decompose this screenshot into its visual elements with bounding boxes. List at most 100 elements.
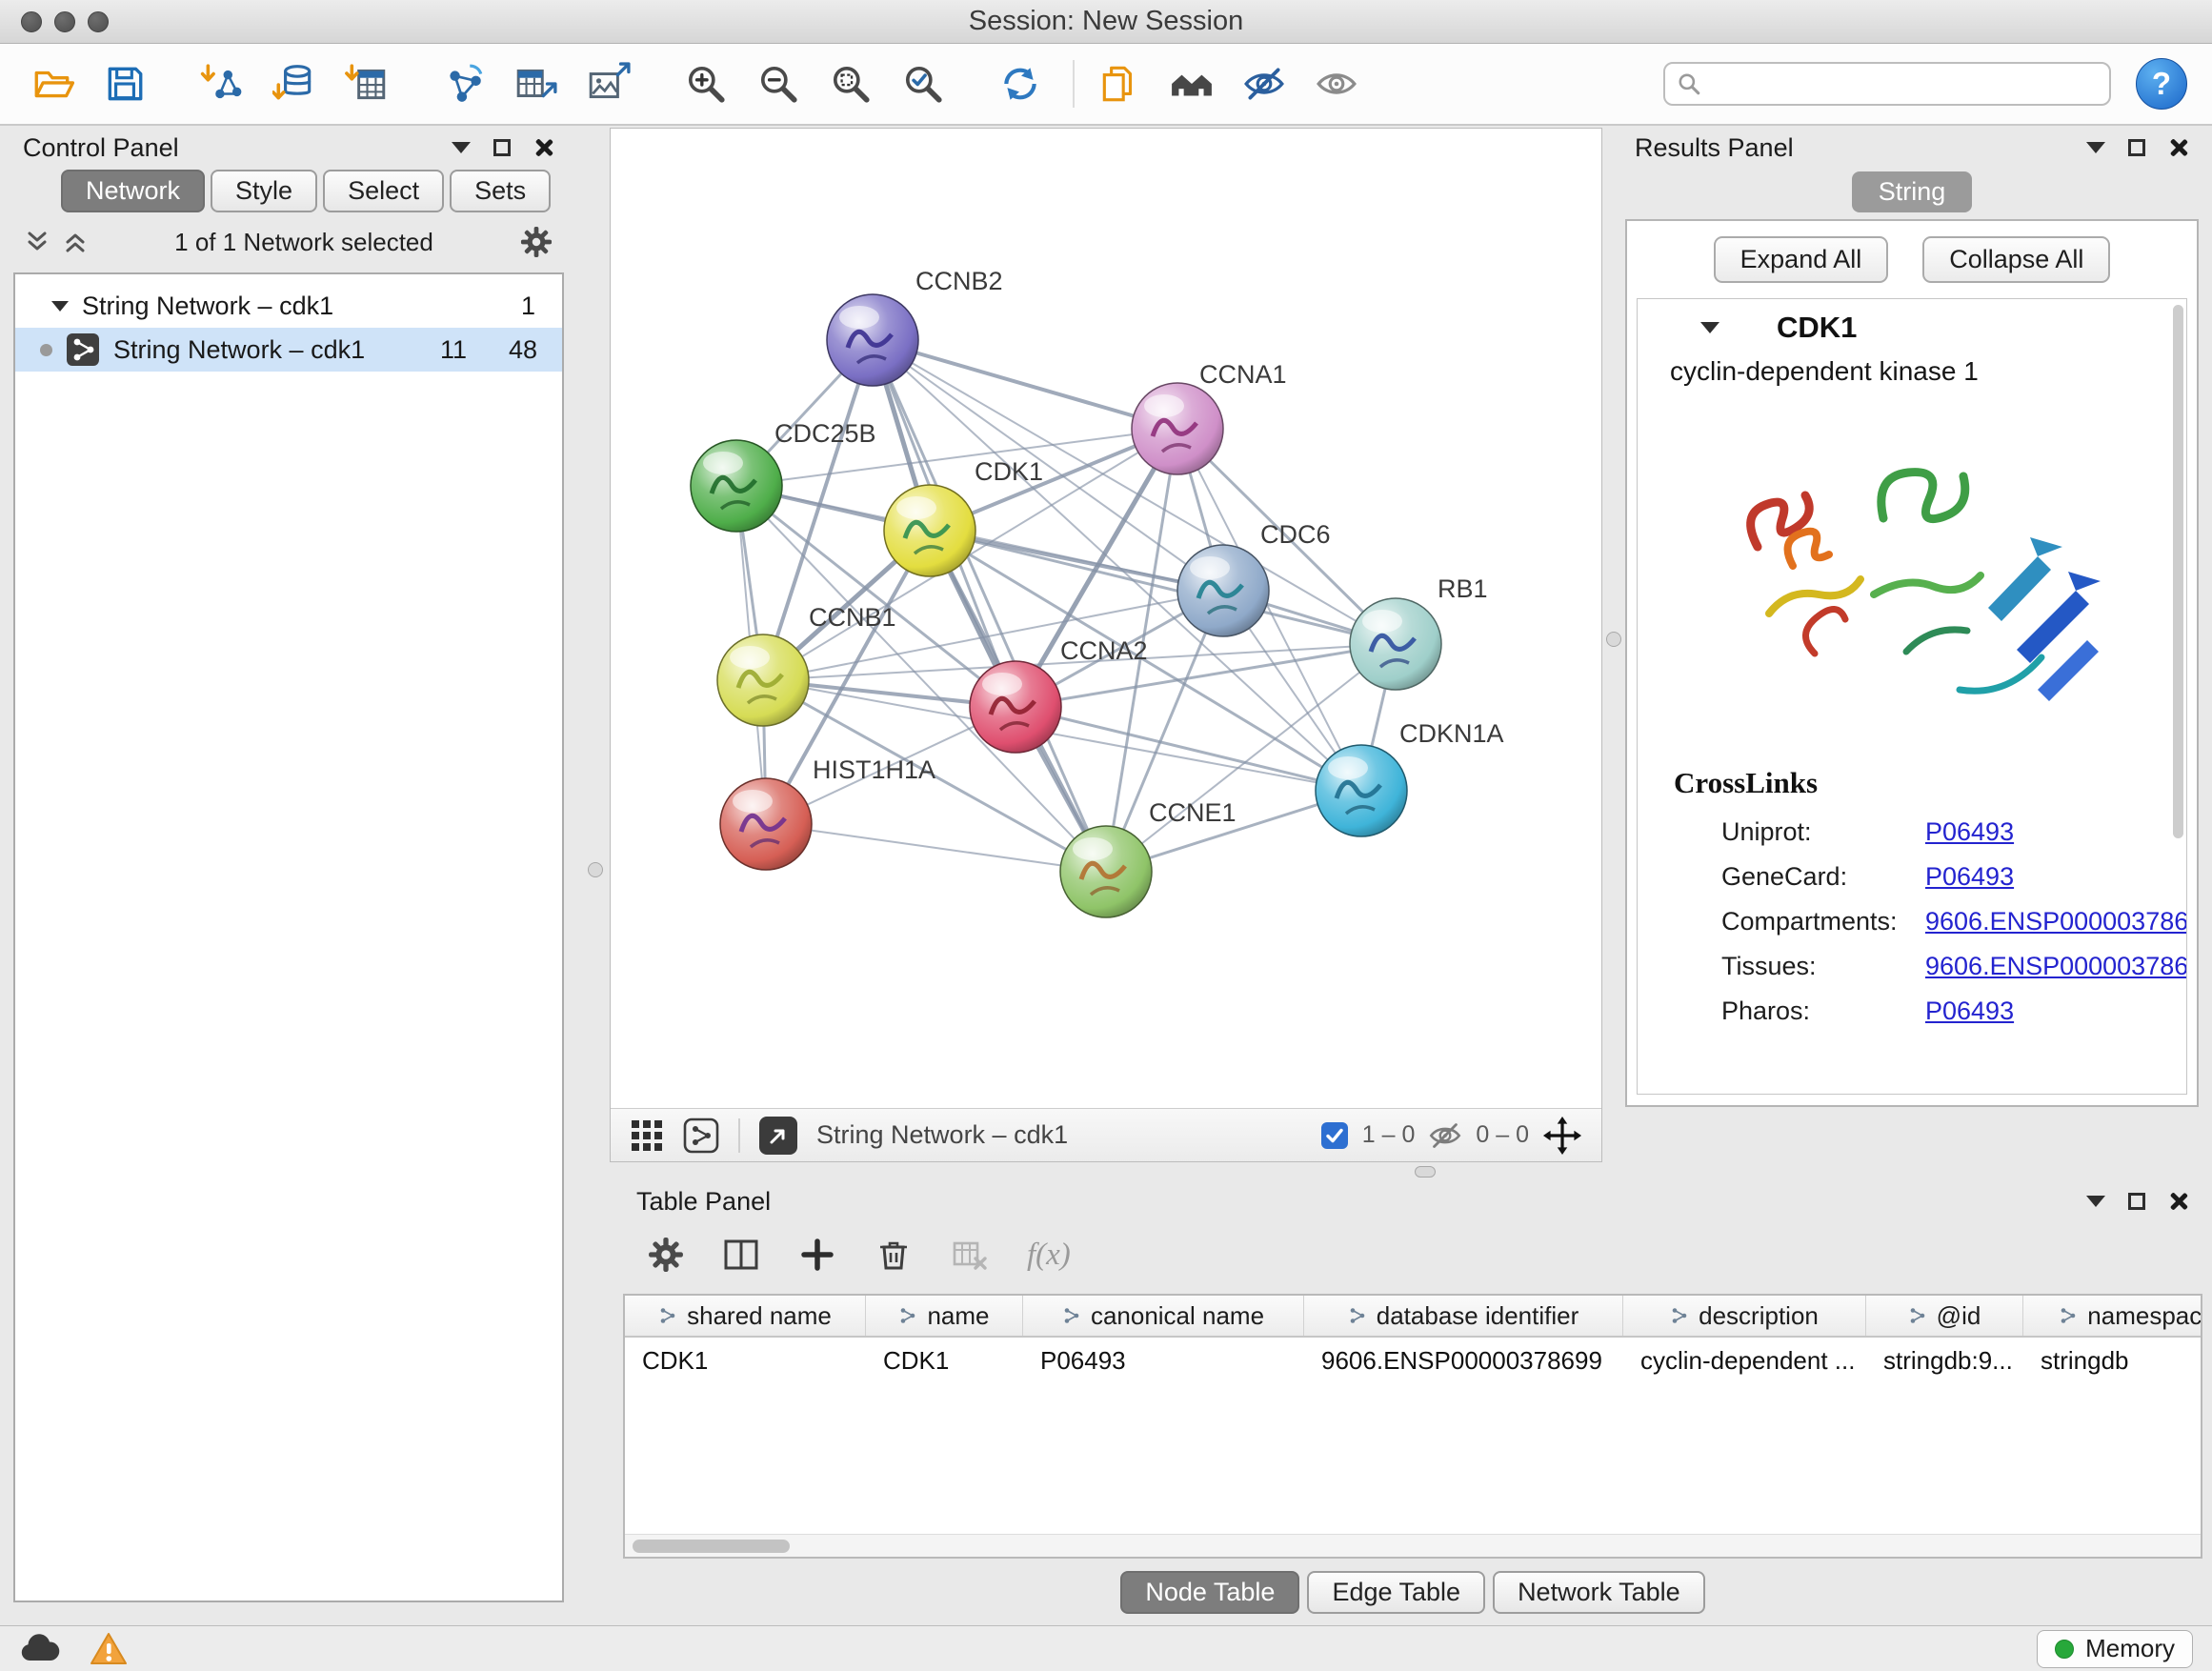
tab-network[interactable]: Network: [61, 170, 205, 212]
search-input[interactable]: [1711, 64, 2098, 104]
hidden-eye-slash-icon[interactable]: [1428, 1118, 1462, 1153]
selected-checkbox-icon[interactable]: [1320, 1121, 1349, 1150]
table-row[interactable]: CDK1CDK1P064939606.ENSP00000378699cyclin…: [625, 1338, 2201, 1381]
splitter-handle[interactable]: [1606, 632, 1621, 647]
function-builder-button[interactable]: f(x): [1027, 1238, 1071, 1273]
network-node-CDC6[interactable]: CDC6: [1177, 520, 1331, 636]
results-scrollbar[interactable]: [2173, 305, 2183, 838]
column-header[interactable]: shared name: [625, 1296, 866, 1336]
detach-view-button[interactable]: [759, 1117, 797, 1155]
zoom-out-button[interactable]: [751, 56, 806, 111]
network-node-CCNB1[interactable]: CCNB1: [717, 603, 896, 726]
network-collection-row[interactable]: String Network – cdk1 1: [15, 284, 562, 328]
zoom-in-button[interactable]: [678, 56, 734, 111]
network-row[interactable]: String Network – cdk1 11 48: [15, 328, 562, 372]
import-table-file-button[interactable]: [339, 56, 394, 111]
tab-node-table[interactable]: Node Table: [1120, 1571, 1299, 1614]
network-node-CDC25B[interactable]: CDC25B: [691, 419, 876, 532]
add-column-icon[interactable]: [798, 1236, 836, 1274]
network-edge[interactable]: [873, 340, 1106, 872]
network-node-CDK1[interactable]: CDK1: [884, 457, 1043, 576]
import-network-file-button[interactable]: [194, 56, 250, 111]
zoom-selected-button[interactable]: [895, 56, 951, 111]
show-columns-icon[interactable]: [722, 1236, 760, 1274]
column-header[interactable]: canonical name: [1023, 1296, 1304, 1336]
window-zoom-button[interactable]: [88, 11, 109, 32]
splitter-handle[interactable]: [588, 862, 603, 877]
column-type-icon: [1908, 1306, 1927, 1325]
section-collapse-icon[interactable]: [1700, 322, 1719, 333]
network-node-HIST1H1A[interactable]: HIST1H1A: [720, 755, 935, 870]
tab-network-table[interactable]: Network Table: [1493, 1571, 1705, 1614]
scrollbar-thumb[interactable]: [633, 1540, 790, 1553]
warning-icon[interactable]: [90, 1632, 128, 1666]
network-node-CDKN1A[interactable]: CDKN1A: [1316, 719, 1504, 836]
tree-expand-icon[interactable]: [51, 301, 69, 312]
new-network-button[interactable]: [436, 56, 492, 111]
crosslink-link[interactable]: P06493: [1925, 997, 2014, 1026]
main-toolbar: ?: [0, 44, 2212, 126]
tab-select[interactable]: Select: [323, 170, 444, 212]
collapse-all-icon[interactable]: [25, 230, 50, 254]
column-header[interactable]: database identifier: [1304, 1296, 1623, 1336]
network-canvas[interactable]: CCNB2CCNA1CDC25BCDK1CDC6RB1CCNB1CCNA2CDK…: [611, 129, 1601, 1109]
grid-view-icon[interactable]: [630, 1118, 664, 1153]
network-node-CCNB2[interactable]: CCNB2: [827, 267, 1003, 386]
status-bar: Memory: [0, 1625, 2212, 1671]
close-panel-icon[interactable]: [2168, 137, 2189, 158]
column-header[interactable]: description: [1623, 1296, 1866, 1336]
close-panel-icon[interactable]: [2168, 1191, 2189, 1212]
network-options-gear-icon[interactable]: [520, 226, 553, 258]
crosslink-link[interactable]: 9606.ENSP00000378699: [1925, 907, 2187, 936]
cloud-icon[interactable]: [19, 1634, 61, 1664]
expand-all-button[interactable]: Expand All: [1714, 236, 1889, 283]
float-panel-icon[interactable]: [493, 139, 511, 156]
network-edge[interactable]: [873, 340, 1177, 429]
network-edge[interactable]: [766, 824, 1106, 872]
export-image-button[interactable]: [581, 56, 636, 111]
save-session-button[interactable]: [97, 56, 152, 111]
table-options-gear-icon[interactable]: [648, 1237, 684, 1273]
zoom-selected-icon: [901, 62, 945, 106]
panel-menu-icon[interactable]: [452, 142, 471, 153]
column-header[interactable]: @id: [1866, 1296, 2023, 1336]
float-panel-icon[interactable]: [2128, 1193, 2145, 1210]
crosslink-link[interactable]: P06493: [1925, 862, 2014, 892]
show-style-button[interactable]: [1309, 56, 1364, 111]
network-node-CCNE1[interactable]: CCNE1: [1060, 798, 1237, 917]
panel-menu-icon[interactable]: [2086, 142, 2105, 153]
panel-menu-icon[interactable]: [2086, 1196, 2105, 1207]
tab-string[interactable]: String: [1852, 171, 1973, 212]
new-network-from-table-button[interactable]: [509, 56, 564, 111]
column-header[interactable]: name: [866, 1296, 1023, 1336]
birdseye-view-icon[interactable]: [683, 1117, 719, 1154]
crosslink-link[interactable]: 9606.ENSP00000378699: [1925, 952, 2187, 981]
close-panel-icon[interactable]: [533, 137, 554, 158]
pan-crosshair-icon[interactable]: [1542, 1116, 1582, 1156]
crosslink-link[interactable]: P06493: [1925, 817, 2014, 847]
tab-sets[interactable]: Sets: [450, 170, 551, 212]
network-node-CCNA1[interactable]: CCNA1: [1132, 360, 1287, 474]
help-button[interactable]: ?: [2136, 58, 2187, 110]
first-neighbors-button[interactable]: [1164, 56, 1219, 111]
clone-network-button[interactable]: [1092, 56, 1147, 111]
open-session-button[interactable]: [25, 56, 80, 111]
horizontal-scrollbar[interactable]: [625, 1534, 2201, 1557]
update-view-button[interactable]: [993, 56, 1048, 111]
expand-all-icon[interactable]: [63, 230, 88, 254]
window-close-button[interactable]: [21, 11, 42, 32]
network-node-RB1[interactable]: RB1: [1350, 574, 1488, 690]
collapse-all-button[interactable]: Collapse All: [1922, 236, 2110, 283]
splitter-handle[interactable]: [1415, 1166, 1436, 1178]
tab-edge-table[interactable]: Edge Table: [1307, 1571, 1485, 1614]
column-header[interactable]: namespace: [2023, 1296, 2201, 1336]
window-minimize-button[interactable]: [54, 11, 75, 32]
hide-style-button[interactable]: [1237, 56, 1292, 111]
float-panel-icon[interactable]: [2128, 139, 2145, 156]
import-network-database-button[interactable]: [267, 56, 322, 111]
memory-button[interactable]: Memory: [2037, 1630, 2193, 1668]
zoom-fit-button[interactable]: [823, 56, 878, 111]
delete-column-icon[interactable]: [875, 1236, 913, 1274]
tab-style[interactable]: Style: [211, 170, 317, 212]
network-edge[interactable]: [1016, 707, 1361, 791]
